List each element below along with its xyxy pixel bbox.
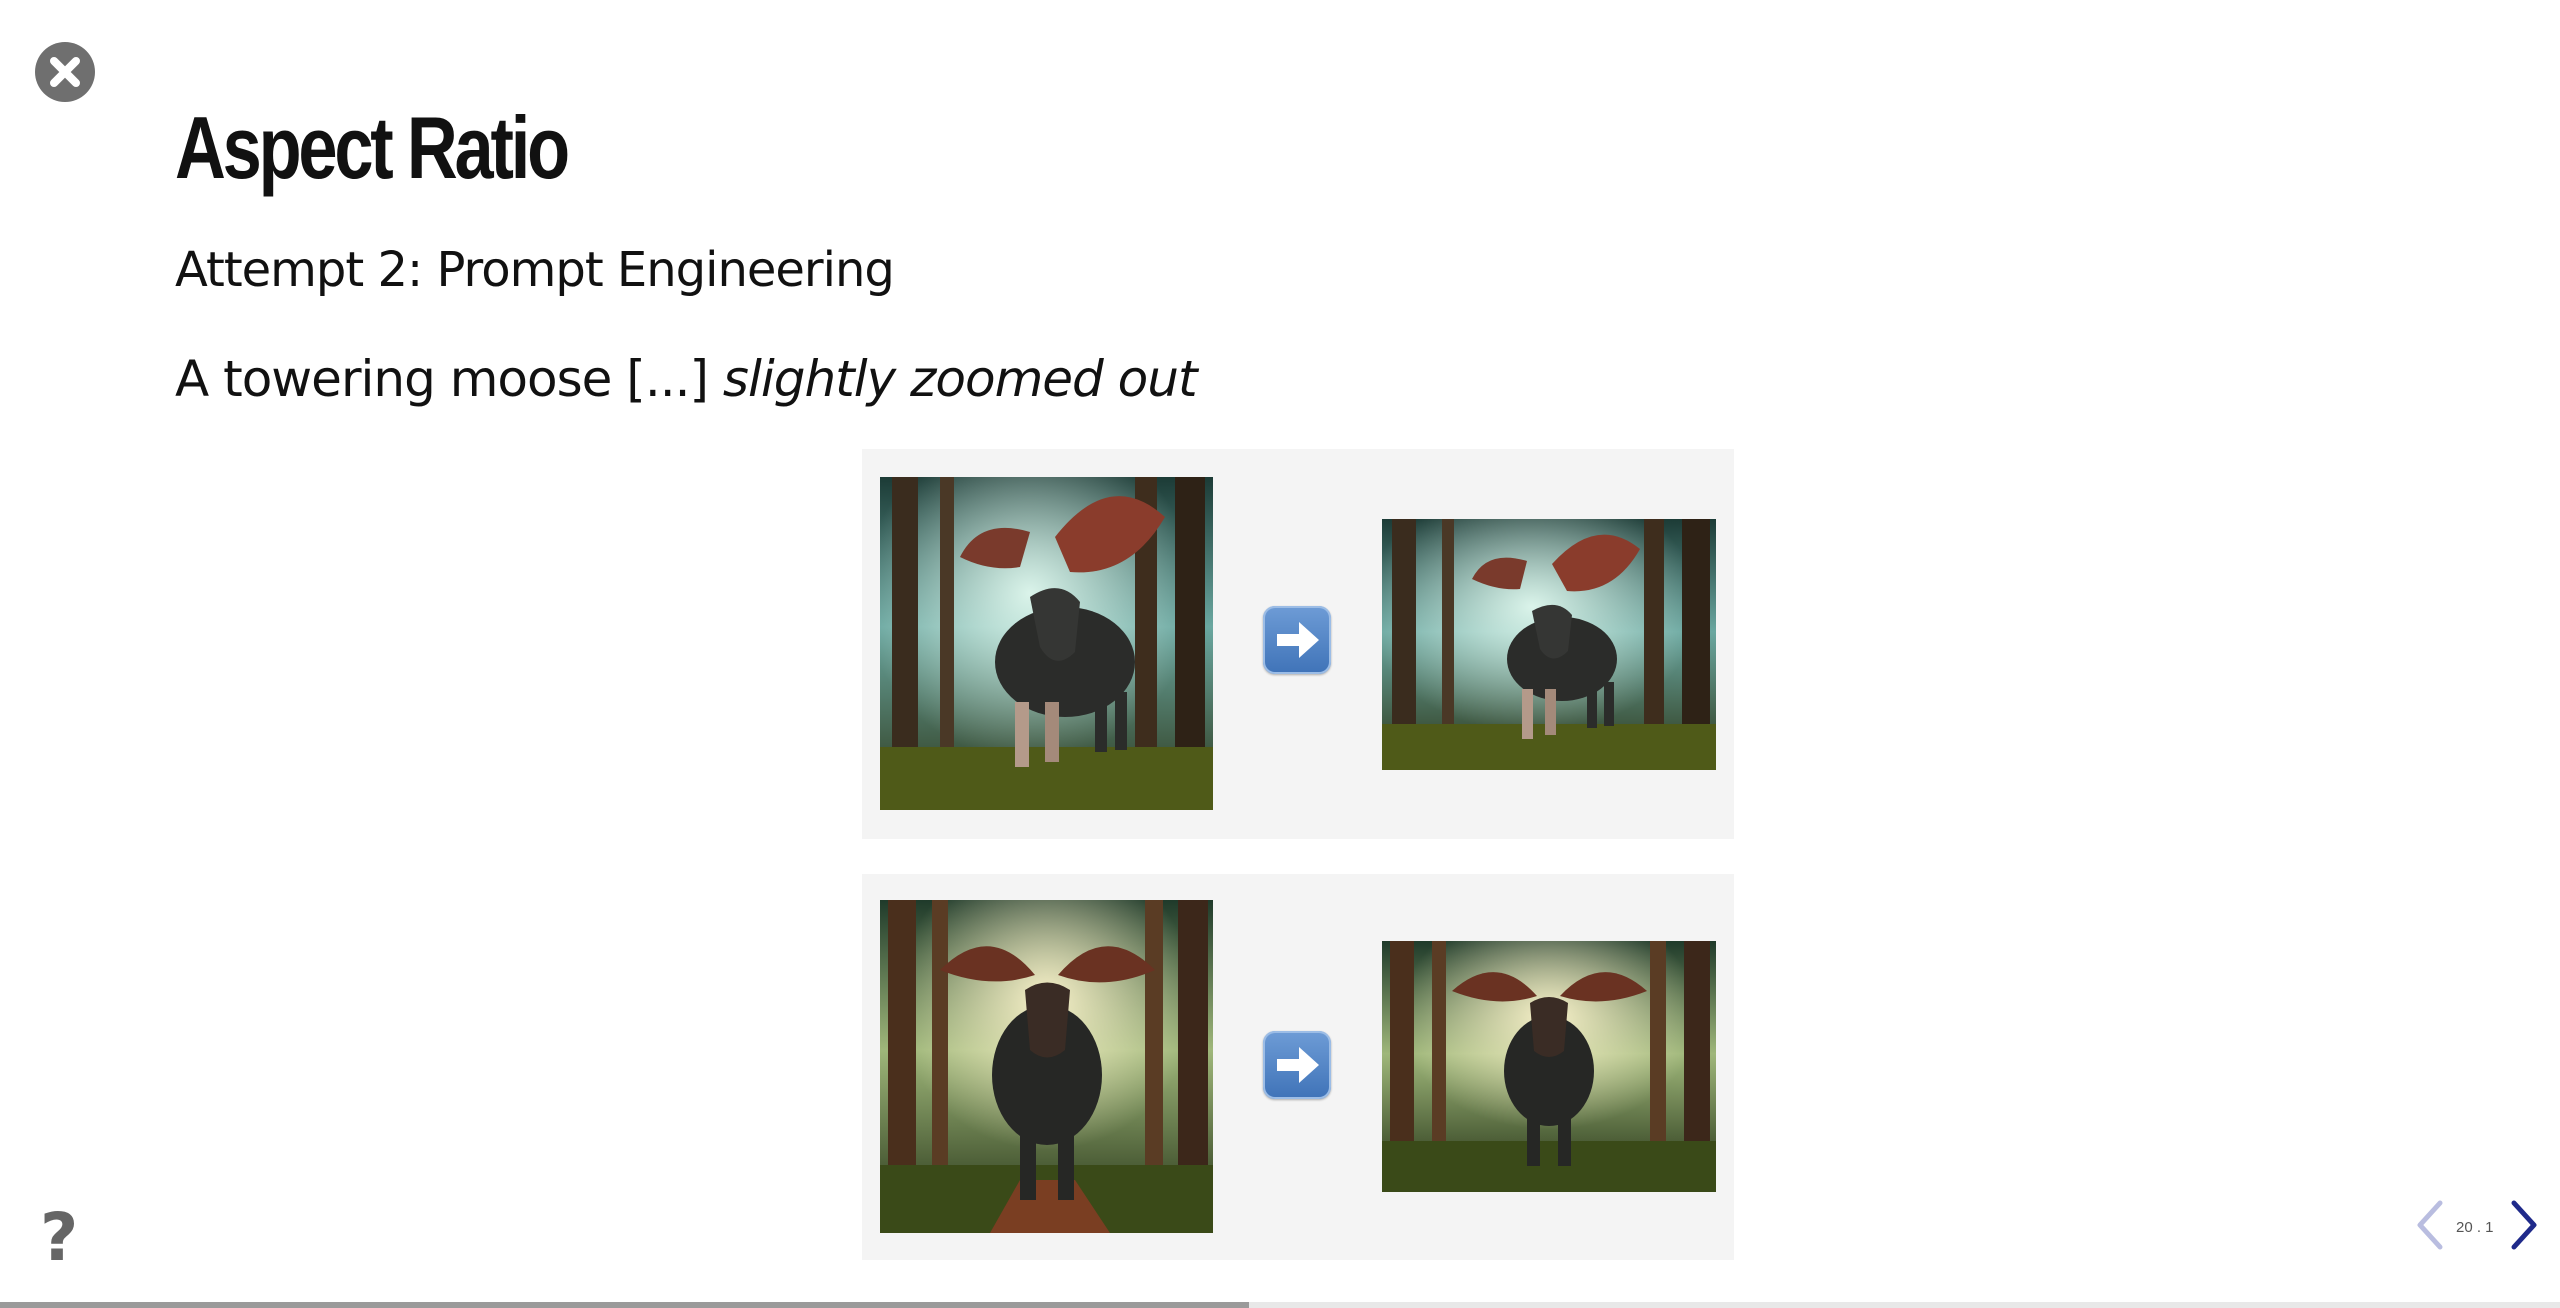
- moose-result-image: [1382, 519, 1716, 770]
- prompt-plain: A towering moose [...]: [175, 350, 723, 408]
- prev-arrow-path: [2417, 1200, 2443, 1250]
- chevron-left-icon[interactable]: [2410, 1197, 2450, 1258]
- progress-bar: [0, 1302, 2560, 1308]
- slide-title: Aspect Ratio: [175, 98, 570, 197]
- prompt-emphasis: slightly zoomed out: [722, 350, 1198, 408]
- moose-source-image: [880, 900, 1213, 1233]
- slide-subtitle: Attempt 2: Prompt Engineering: [175, 242, 895, 298]
- next-arrow-path: [2511, 1200, 2537, 1250]
- right-arrow-icon: [1263, 1031, 1331, 1099]
- right-arrow-icon: [1263, 606, 1331, 674]
- progress-fill: [0, 1302, 1250, 1308]
- chevron-right-icon[interactable]: [2504, 1197, 2544, 1258]
- prompt-text: A towering moose [...] slightly zoomed o…: [175, 350, 1198, 408]
- question-mark-icon[interactable]: ?: [40, 1205, 78, 1271]
- close-icon[interactable]: [35, 42, 95, 102]
- comparison-panel: [862, 874, 1734, 1260]
- slide-page: Aspect Ratio Attempt 2: Prompt Engineeri…: [0, 0, 2560, 1308]
- slide-number: 20 . 1: [2456, 1219, 2494, 1236]
- comparison-panel: [862, 449, 1734, 839]
- moose-result-image: [1382, 941, 1716, 1192]
- moose-source-image: [880, 477, 1213, 810]
